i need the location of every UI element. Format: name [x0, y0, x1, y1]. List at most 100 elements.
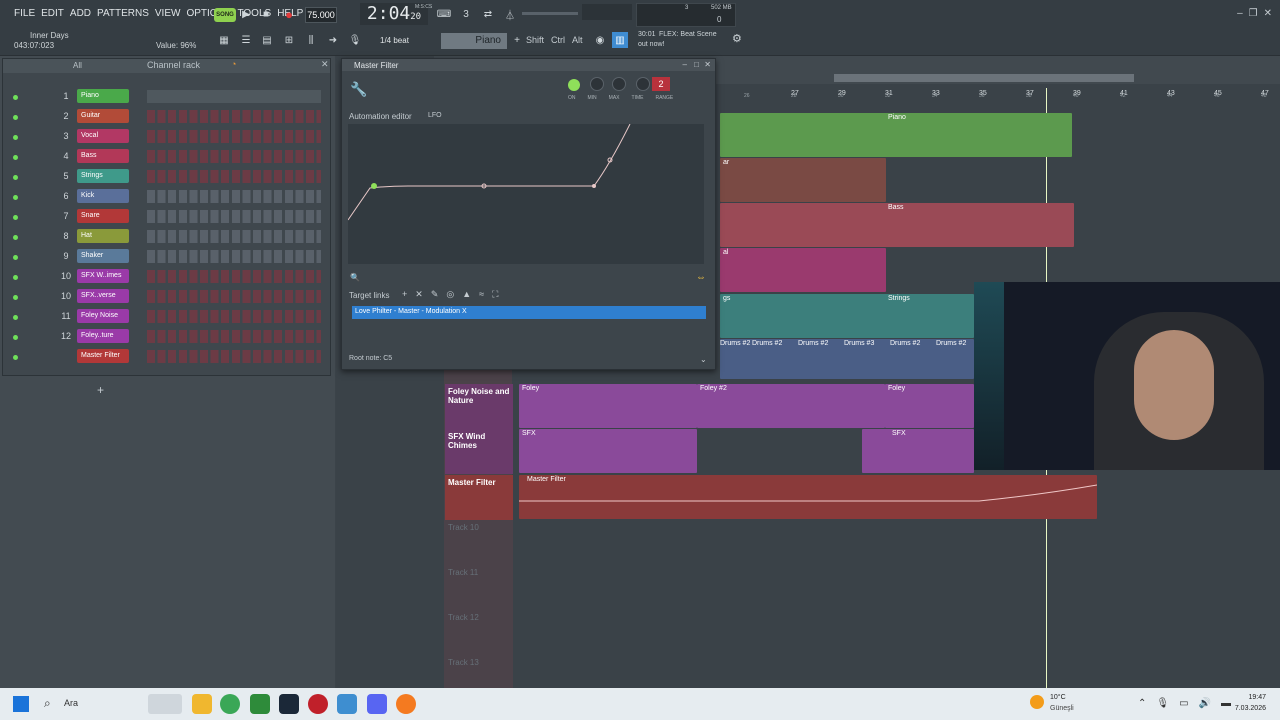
lock-icon[interactable]: ▲	[462, 289, 471, 300]
remove-link-icon[interactable]: ✕	[415, 289, 423, 300]
channel-name-button[interactable]: Guitar	[77, 109, 129, 123]
scroll-arrows-icon[interactable]: ⇔	[696, 272, 706, 283]
channel-mute-led[interactable]	[13, 235, 18, 240]
clip-foley-2[interactable]: Foley #2	[697, 384, 885, 428]
channel-row[interactable]: 4 Bass	[9, 147, 325, 167]
channel-mute-led[interactable]	[13, 255, 18, 260]
track-header-sfx[interactable]: SFX Wind Chimes	[445, 429, 513, 474]
channel-step-sequencer[interactable]	[147, 330, 321, 343]
channel-row[interactable]: 10 SFX..verse	[9, 287, 325, 307]
menu-view[interactable]: VIEW	[155, 8, 181, 19]
obs-icon[interactable]	[308, 694, 328, 714]
channel-row[interactable]: 8 Hat	[9, 227, 325, 247]
clip-strings[interactable]: gs Strings	[720, 294, 974, 338]
zoom-icon[interactable]: 🔍	[350, 273, 360, 282]
channel-step-sequencer[interactable]	[147, 310, 321, 323]
channel-step-sequencer[interactable]	[147, 190, 321, 203]
clip-sfx-2[interactable]: SFX	[862, 429, 974, 473]
on-knob[interactable]	[568, 79, 580, 91]
channel-mute-led[interactable]	[13, 335, 18, 340]
channel-row[interactable]: 7 Snare	[9, 207, 325, 227]
stop-icon[interactable]: ■	[258, 6, 274, 22]
channel-mute-led[interactable]	[13, 155, 18, 160]
channel-step-sequencer[interactable]	[147, 210, 321, 223]
chevron-up-icon[interactable]: ⌃	[1138, 698, 1146, 709]
news-gear-icon[interactable]: ⚙	[732, 32, 742, 45]
play-icon[interactable]: ▶	[238, 6, 254, 22]
channel-step-sequencer[interactable]	[147, 250, 321, 263]
shift-button[interactable]: Shift	[526, 35, 544, 45]
search-icon[interactable]: ⌕	[44, 696, 51, 711]
clip-foley[interactable]: Foley	[519, 384, 697, 428]
metronome-icon[interactable]: ⏃	[502, 6, 518, 22]
news-panel[interactable]: 30:01 FLEX: Beat Scene out now! ⚙	[636, 30, 746, 52]
menu-edit[interactable]: EDIT	[41, 8, 64, 19]
taskbar-search[interactable]: Ara	[64, 698, 78, 708]
channel-step-sequencer[interactable]	[147, 350, 321, 363]
channel-mixer-track[interactable]: 10	[57, 271, 75, 281]
arrow-right-icon[interactable]: ➜	[325, 32, 341, 48]
channel-name-button[interactable]: Hat	[77, 229, 129, 243]
add-link-icon[interactable]: +	[402, 289, 407, 300]
channel-mute-led[interactable]	[13, 115, 18, 120]
lfo-toggle[interactable]: LFO	[428, 112, 442, 119]
typing-keyboard-icon[interactable]: ⌨	[436, 6, 452, 22]
channel-row[interactable]: 5 Strings	[9, 167, 325, 187]
channel-mixer-track[interactable]: 6	[57, 191, 75, 201]
channel-name-button[interactable]: Bass	[77, 149, 129, 163]
channel-step-sequencer[interactable]	[147, 290, 321, 303]
mixer-icon[interactable]: ⫼	[303, 32, 319, 48]
channel-mute-led[interactable]	[13, 315, 18, 320]
clip-vocal[interactable]: al	[720, 248, 886, 292]
maximize-icon[interactable]: ❐	[1249, 8, 1258, 19]
channel-mute-led[interactable]	[13, 195, 18, 200]
clip-master-filter[interactable]: Master Filter	[519, 475, 1097, 519]
channel-mixer-track[interactable]: 9	[57, 251, 75, 261]
channel-row[interactable]: 9 Shaker	[9, 247, 325, 267]
channel-mute-led[interactable]	[13, 135, 18, 140]
close-icon[interactable]: ✕	[1264, 8, 1272, 19]
plugin-picker-icon[interactable]: ▥	[612, 32, 628, 48]
channel-mixer-track[interactable]: 3	[57, 131, 75, 141]
clock-date[interactable]: 7.03.2026	[1206, 705, 1266, 712]
chrome-icon[interactable]	[220, 694, 240, 714]
menu-add[interactable]: ADD	[70, 8, 91, 19]
channel-name-button[interactable]: Foley Noise	[77, 309, 129, 323]
channel-row[interactable]: 12 Foley..ture	[9, 327, 325, 347]
channel-rack-close-icon[interactable]: ✕	[321, 59, 329, 70]
channel-mixer-track[interactable]: 4	[57, 151, 75, 161]
add-pattern-icon[interactable]: +	[509, 32, 525, 48]
track-header-11[interactable]: Track 11	[445, 565, 513, 610]
channel-name-button[interactable]: Foley..ture	[77, 329, 129, 343]
channel-mute-led[interactable]	[13, 215, 18, 220]
channel-mixer-track[interactable]: 1	[57, 91, 75, 101]
tempo-display[interactable]: 75.000	[305, 7, 337, 23]
menu-file[interactable]: FILE	[14, 8, 35, 19]
channel-row[interactable]: 11 Foley Noise	[9, 307, 325, 327]
channel-step-sequencer[interactable]	[147, 270, 321, 283]
windows-start-icon[interactable]	[13, 696, 29, 712]
channel-step-sequencer[interactable]	[147, 230, 321, 243]
add-channel-icon[interactable]: +	[97, 383, 104, 397]
track-header-13[interactable]: Track 13	[445, 655, 513, 688]
snap-selector[interactable]: 1/4 beat	[380, 34, 430, 48]
channel-row[interactable]: 1 Piano	[9, 87, 325, 107]
clip-piano[interactable]: Piano	[720, 113, 1072, 157]
weather-text[interactable]: Güneşli	[1050, 705, 1074, 712]
search-highlight-image[interactable]	[148, 694, 182, 714]
channel-mixer-track[interactable]: 8	[57, 231, 75, 241]
pattern-selector[interactable]: Piano	[441, 33, 507, 49]
track-header-foley[interactable]: Foley Noise and Nature	[445, 384, 513, 429]
xbox-icon[interactable]	[250, 694, 270, 714]
online-icon[interactable]: ◉	[592, 32, 608, 48]
automation-window-close-icon[interactable]: ✕	[704, 60, 711, 69]
channel-mute-led[interactable]	[13, 355, 18, 360]
song-mode-button[interactable]: SONG	[214, 8, 236, 22]
target-icon[interactable]: ◎	[446, 289, 454, 300]
clip-sfx[interactable]: SFX	[519, 429, 697, 473]
channel-mute-led[interactable]	[13, 295, 18, 300]
channel-name-button[interactable]: Master Filter	[77, 349, 129, 363]
channel-row[interactable]: 6 Kick	[9, 187, 325, 207]
countdown-icon[interactable]: 3	[458, 6, 474, 22]
piano-roll-icon[interactable]: ▤	[259, 32, 275, 48]
